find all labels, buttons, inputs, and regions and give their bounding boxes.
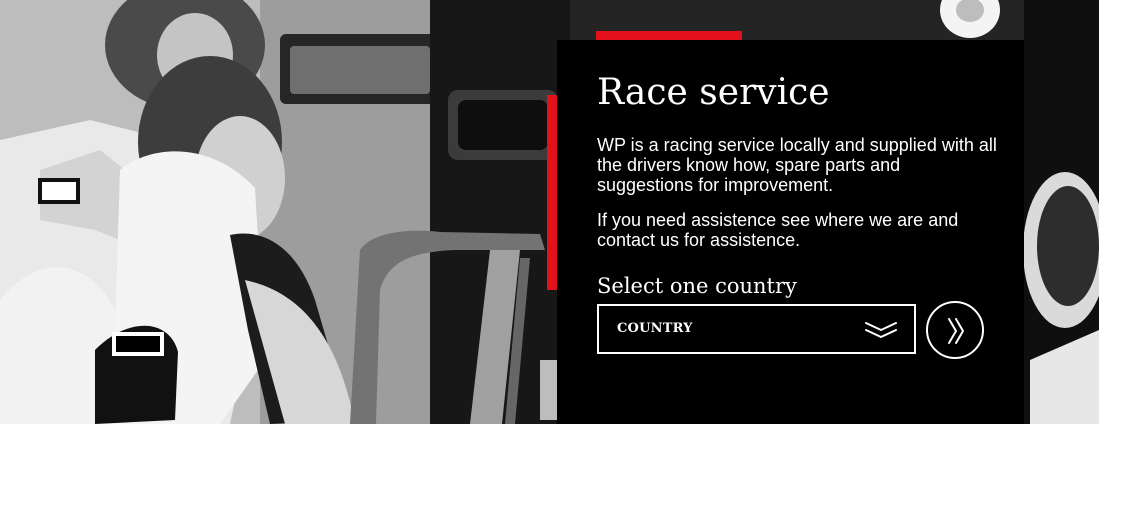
- country-select[interactable]: COUNTRY: [597, 304, 916, 354]
- double-chevron-down-icon: [865, 322, 897, 338]
- double-chevron-right-icon: [948, 318, 964, 344]
- select-country-label: Select one country: [597, 274, 797, 298]
- country-select-value: COUNTRY: [617, 321, 693, 336]
- panel-title: Race service: [597, 72, 830, 113]
- submit-country-button[interactable]: [926, 301, 984, 359]
- panel-description-2: If you need assistence see where we are …: [597, 210, 959, 250]
- panel-description-1: WP is a racing service locally and suppl…: [597, 135, 997, 195]
- accent-stripe-left: [547, 95, 557, 290]
- accent-stripe-top: [596, 31, 742, 40]
